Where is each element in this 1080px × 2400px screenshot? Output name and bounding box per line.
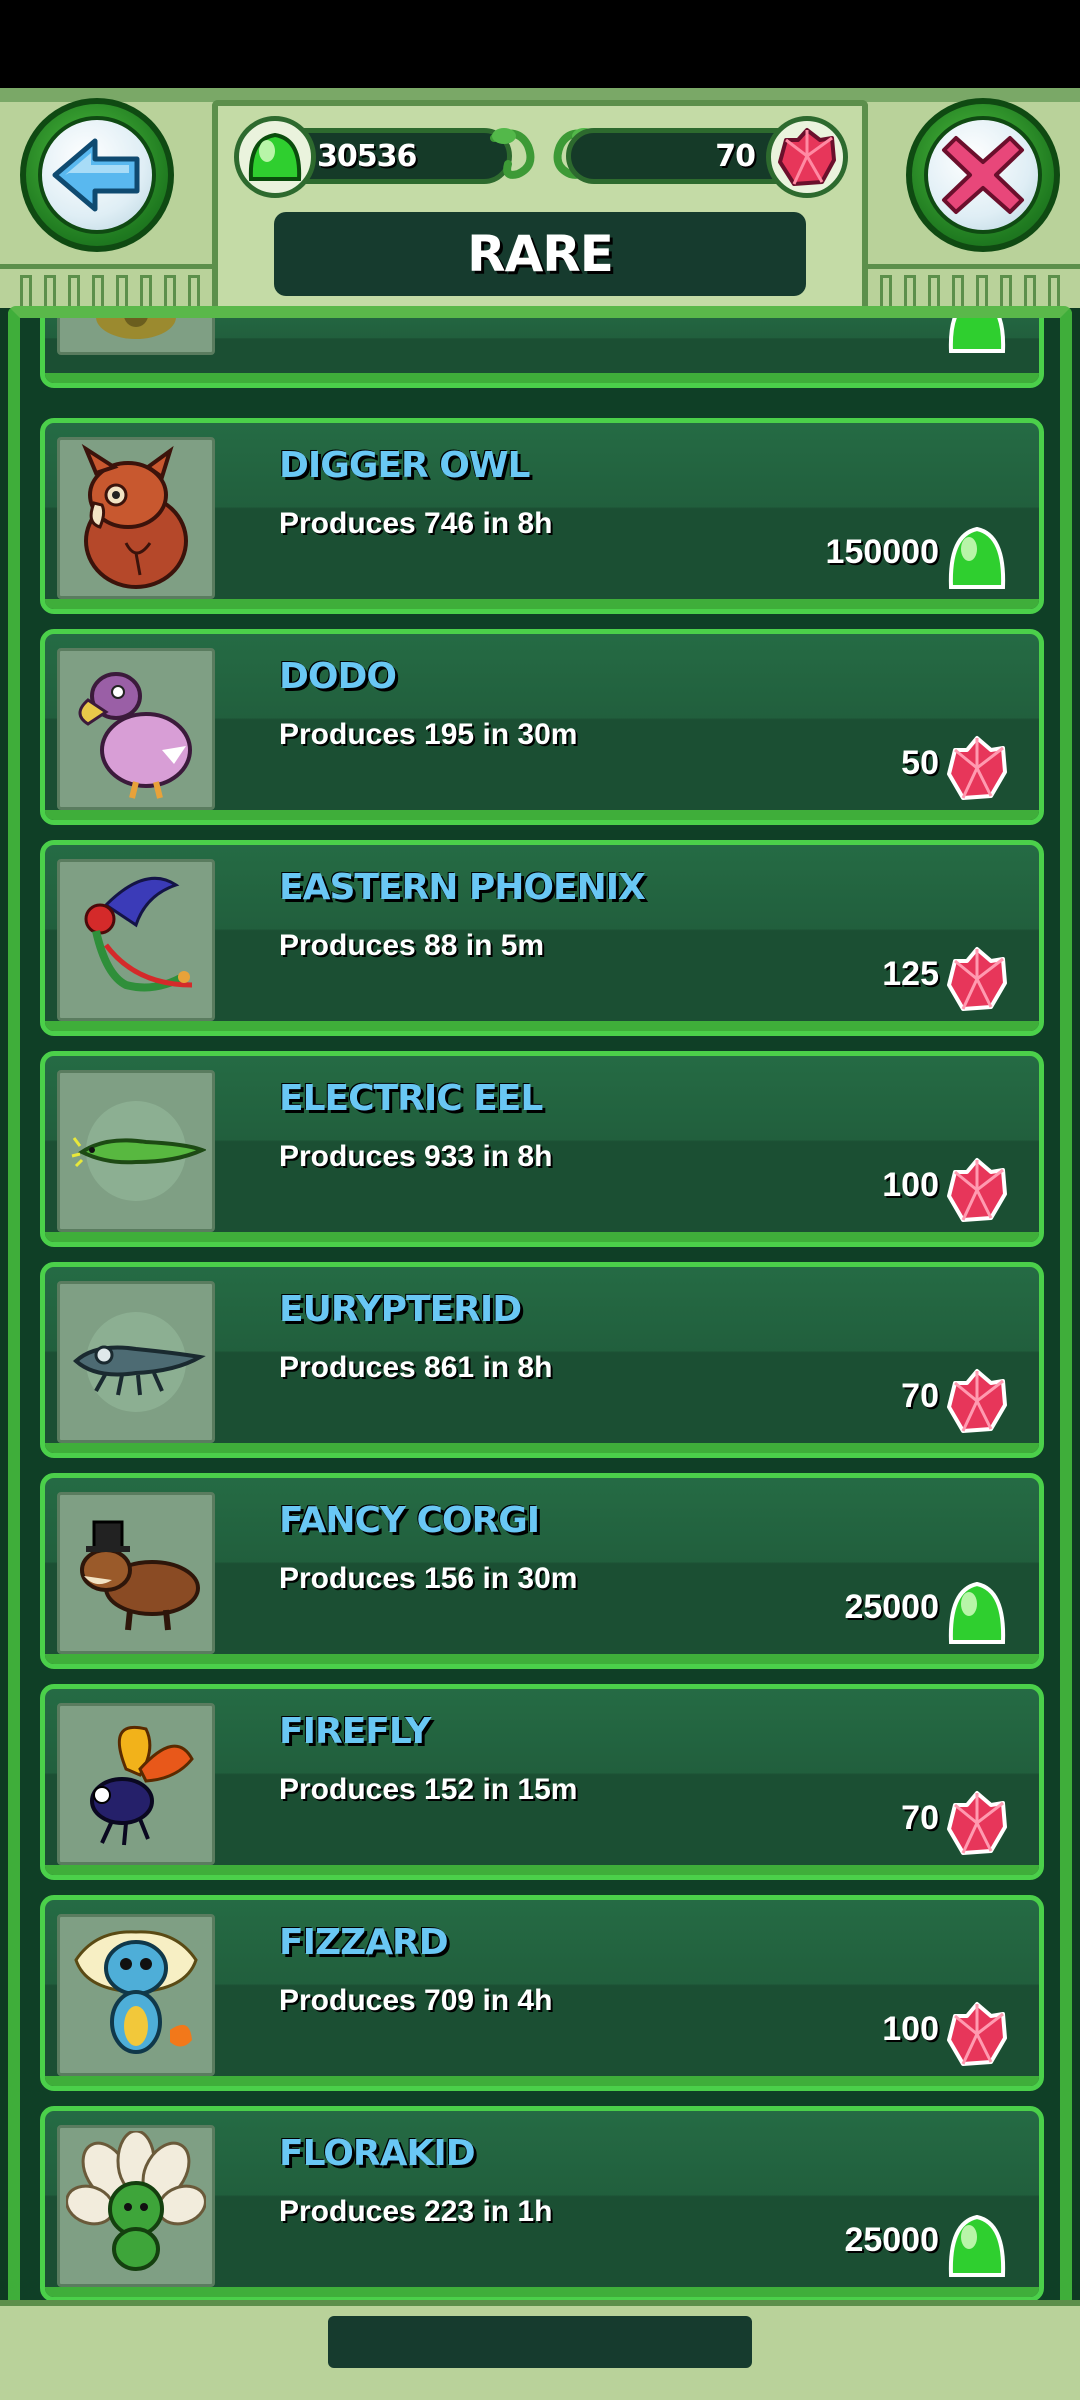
category-title: RARE: [467, 225, 614, 283]
creature-name: EURYPTERID: [279, 1289, 522, 1330]
creature-production: Produces 746 in 8h: [279, 507, 553, 540]
price-gem-icon: [945, 1156, 1009, 1226]
creature-price: 100: [882, 1166, 939, 1204]
creature-price: 50: [901, 744, 939, 782]
creature-portrait: [57, 1281, 215, 1443]
vine-ornament-left: [490, 128, 535, 179]
bottom-frame: [0, 2300, 1080, 2400]
bottom-plate: [328, 2316, 752, 2368]
creature-name: DODO: [279, 656, 397, 697]
creature-portrait: [57, 648, 215, 810]
creature-name: FIZZARD: [279, 1922, 449, 1963]
right-rail: [868, 264, 1080, 311]
creature-price: 70: [901, 1799, 939, 1837]
gem-icon-badge: [766, 116, 848, 198]
firefly-icon: [90, 1726, 194, 1846]
phoenix-icon: [84, 876, 193, 992]
creature-price: 100: [882, 2010, 939, 2048]
creature-card[interactable]: ELECTRIC EEL Produces 933 in 8h 100: [40, 1051, 1044, 1247]
creature-portrait: [57, 2125, 215, 2287]
creature-card-partial[interactable]: [40, 318, 1044, 388]
creature-name: DIGGER OWL: [279, 445, 530, 486]
gelatin-amount: 30536: [317, 139, 417, 174]
creature-card[interactable]: FIZZARD Produces 709 in 4h 100: [40, 1895, 1044, 2091]
creature-portrait: [57, 1492, 215, 1654]
category-title-plate: RARE: [274, 212, 806, 296]
creature-production: Produces 709 in 4h: [279, 1984, 553, 2017]
corgi-icon: [80, 1520, 200, 1631]
gems-amount: 70: [715, 139, 756, 174]
creature-portrait: [57, 859, 215, 1021]
creature-art-icon: [96, 318, 176, 339]
creature-portrait: [57, 1703, 215, 1865]
price-gem-icon: [945, 1789, 1009, 1859]
creature-name: FLORAKID: [279, 2133, 476, 2174]
owl-icon: [81, 443, 188, 589]
price-gem-icon: [945, 945, 1009, 1015]
creature-card[interactable]: FLORAKID Produces 223 in 1h 25000: [40, 2106, 1044, 2302]
creature-card[interactable]: FIREFLY Produces 152 in 15m 70: [40, 1684, 1044, 1880]
creature-name: ELECTRIC EEL: [279, 1078, 543, 1119]
price-gelatin-icon: [945, 318, 1009, 361]
creature-name: FIREFLY: [279, 1711, 431, 1752]
creature-portrait: [57, 437, 215, 599]
creature-production: Produces 223 in 1h: [279, 2195, 553, 2228]
price-gem-icon: [945, 1367, 1009, 1437]
status-bar: [0, 0, 1080, 88]
creature-price: 125: [882, 955, 939, 993]
creature-price: 25000: [844, 1588, 939, 1626]
price-gem-icon: [945, 734, 1009, 804]
creature-production: Produces 156 in 30m: [279, 1562, 578, 1595]
price-gelatin-icon: [945, 2211, 1009, 2281]
creature-portrait: [57, 1070, 215, 1232]
dodo-icon: [78, 672, 192, 799]
creature-name: EASTERN PHOENIX: [279, 867, 646, 908]
creature-price: 25000: [844, 2221, 939, 2259]
price-gelatin-icon: [945, 523, 1009, 593]
creature-production: Produces 933 in 8h: [279, 1140, 553, 1173]
gelatin-icon-badge: [234, 116, 316, 198]
eel-icon: [71, 1101, 206, 1201]
creature-card[interactable]: DIGGER OWL Produces 746 in 8h 150000: [40, 418, 1044, 614]
creature-card[interactable]: EASTERN PHOENIX Produces 88 in 5m 125: [40, 840, 1044, 1036]
creature-name: FANCY CORGI: [279, 1500, 540, 1541]
left-rail: [0, 264, 212, 311]
creature-portrait: [57, 1914, 215, 2076]
gelatin-icon: [248, 132, 302, 181]
back-arrow-icon: [52, 138, 140, 212]
close-x-icon: [942, 136, 1024, 214]
eurypterid-icon: [73, 1312, 206, 1412]
creature-card[interactable]: FANCY CORGI Produces 156 in 30m 25000: [40, 1473, 1044, 1669]
price-gem-icon: [945, 2000, 1009, 2070]
creature-list[interactable]: DIGGER OWL Produces 746 in 8h 150000 DOD…: [8, 306, 1072, 2316]
fizzard-icon: [74, 1930, 198, 2054]
creature-card[interactable]: EURYPTERID Produces 861 in 8h 70: [40, 1262, 1044, 1458]
back-button[interactable]: [20, 98, 174, 252]
creature-production: Produces 152 in 15m: [279, 1773, 578, 1806]
creature-production: Produces 195 in 30m: [279, 718, 578, 751]
gem-icon: [778, 128, 836, 186]
creature-production: Produces 861 in 8h: [279, 1351, 553, 1384]
creature-price: 150000: [825, 533, 939, 571]
creature-card[interactable]: DODO Produces 195 in 30m 50: [40, 629, 1044, 825]
creature-portrait: [57, 318, 215, 355]
creature-price: 70: [901, 1377, 939, 1415]
florakid-icon: [66, 2131, 206, 2271]
creature-production: Produces 88 in 5m: [279, 929, 545, 962]
price-gelatin-icon: [945, 1578, 1009, 1648]
close-button[interactable]: [906, 98, 1060, 252]
